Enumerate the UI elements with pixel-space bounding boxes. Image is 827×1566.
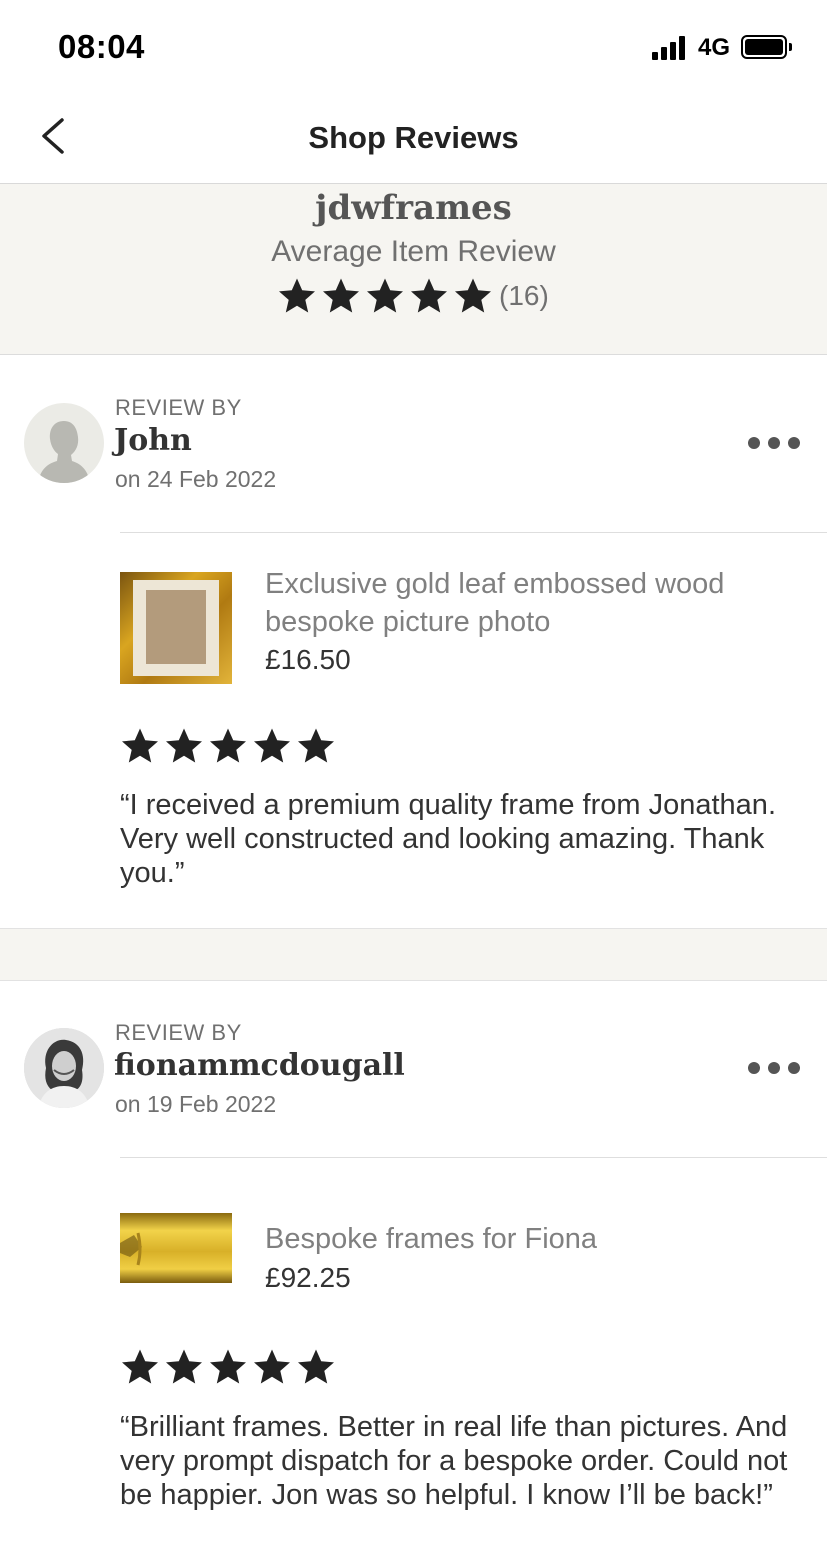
review-by-label: REVIEW BY [115, 1020, 242, 1045]
average-rating: (16) [277, 276, 549, 316]
item-thumbnail[interactable] [120, 572, 232, 684]
star-icon [367, 278, 403, 313]
review-date: on 19 Feb 2022 [115, 1091, 277, 1117]
star-icon [455, 278, 491, 313]
shop-summary: jdwframes Average Item Review (16) [0, 184, 827, 355]
star-icon [254, 728, 290, 763]
avatar[interactable] [24, 1028, 104, 1108]
reviewer-name[interactable]: John [114, 423, 192, 458]
review-stars [120, 727, 340, 765]
user-photo [24, 1028, 104, 1108]
review-text: “Brilliant frames. Better in real life t… [120, 1411, 788, 1511]
average-stars [277, 277, 497, 315]
more-options-icon[interactable] [748, 1062, 800, 1076]
review-stars [120, 1348, 340, 1386]
review-text: “I received a premium quality frame from… [120, 789, 776, 889]
divider [120, 532, 827, 533]
more-options-icon[interactable] [748, 437, 800, 451]
star-icon [298, 1349, 334, 1384]
signal-icon [652, 36, 690, 60]
status-bar: 08:04 4G [0, 0, 827, 96]
star-icon [166, 1349, 202, 1384]
item-thumbnail[interactable] [120, 1213, 232, 1283]
star-icon [279, 278, 315, 313]
section-separator [0, 928, 827, 981]
star-icon [122, 1349, 158, 1384]
review-date: on 24 Feb 2022 [115, 466, 277, 492]
average-review-label: Average Item Review [271, 235, 556, 268]
item-title[interactable]: Exclusive gold leaf embossed wood bespok… [265, 565, 785, 641]
review-by-label: REVIEW BY [115, 395, 242, 420]
default-user-icon [38, 421, 90, 483]
star-icon [254, 1349, 290, 1384]
star-icon [323, 278, 359, 313]
shop-name[interactable]: jdwframes [0, 188, 827, 228]
avatar[interactable] [24, 403, 104, 483]
star-icon [166, 728, 202, 763]
review-card: REVIEW BY fionammcdougall on 19 Feb 2022… [0, 980, 827, 1566]
star-icon [210, 728, 246, 763]
item-price: £16.50 [265, 644, 351, 675]
divider [120, 1157, 827, 1158]
star-icon [122, 728, 158, 763]
navigation-bar: Shop Reviews [0, 96, 827, 184]
star-icon [298, 728, 334, 763]
battery-icon [741, 35, 792, 59]
network-type: 4G [698, 34, 731, 61]
status-time: 08:04 [58, 28, 145, 65]
star-icon [210, 1349, 246, 1384]
page-title: Shop Reviews [308, 120, 519, 155]
review-count: (16) [499, 280, 549, 311]
star-icon [411, 278, 447, 313]
item-title[interactable]: Bespoke frames for Fiona [265, 1220, 785, 1258]
reviewer-name[interactable]: fionammcdougall [114, 1048, 405, 1083]
item-price: £92.25 [265, 1262, 351, 1293]
review-card: REVIEW BY John on 24 Feb 2022 Exclusive … [0, 355, 827, 928]
